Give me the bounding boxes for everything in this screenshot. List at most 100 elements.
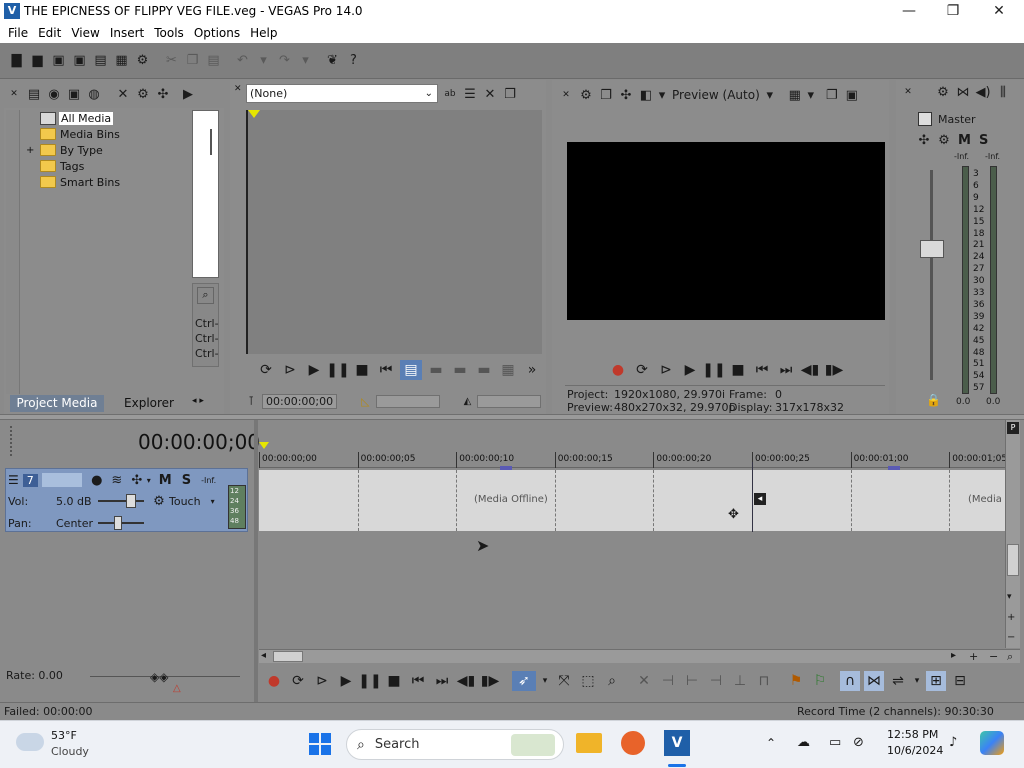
prev-frame-icon[interactable]: ◀▮ xyxy=(456,671,476,691)
record-icon[interactable]: ● xyxy=(264,671,284,691)
pan-slider[interactable] xyxy=(98,516,144,530)
master-solo-button[interactable]: S xyxy=(979,133,988,148)
save-icon[interactable]: ▣ xyxy=(50,52,67,69)
trim-end-icon[interactable]: ⊣ xyxy=(706,671,726,691)
display-icon[interactable]: ▭ xyxy=(829,735,841,750)
timeline-hscroll[interactable]: ◂ ▸ + − ⌕ xyxy=(259,649,1020,663)
preview-settings-gear-icon[interactable]: ⚙ xyxy=(577,86,595,104)
loop-icon[interactable]: ⟳ xyxy=(256,360,276,380)
chevron-down-icon[interactable]: ▾ xyxy=(765,86,775,104)
trim-icon[interactable]: ▦ xyxy=(498,360,518,380)
vol-slider-handle[interactable] xyxy=(126,494,136,508)
redo-icon[interactable]: ↷ xyxy=(276,52,293,69)
zoom-icon[interactable]: ⌕ xyxy=(197,287,214,304)
network-icon[interactable]: ⊘ xyxy=(853,735,864,750)
stop-icon[interactable]: ■ xyxy=(384,671,404,691)
play-from-start-icon[interactable]: ⊳ xyxy=(312,671,332,691)
master-mute-button[interactable]: M xyxy=(958,133,971,148)
capture-icon[interactable]: ◉ xyxy=(45,85,63,103)
record-icon[interactable]: ● xyxy=(608,360,628,380)
lock-faders-icon[interactable]: ⫼ xyxy=(994,83,1012,101)
chevron-down-icon[interactable]: ▾ xyxy=(806,86,816,104)
zoom-in-icon[interactable]: + xyxy=(1007,612,1015,623)
hscroll-thumb[interactable] xyxy=(273,651,303,662)
insert-icon[interactable]: ▬ xyxy=(426,360,446,380)
track-list-toggle-icon[interactable]: P xyxy=(1007,422,1019,434)
vol-slider[interactable] xyxy=(98,494,144,508)
spellcheck-icon[interactable]: ab xyxy=(441,85,459,103)
track-list-splitter[interactable] xyxy=(254,420,258,702)
automation-mode[interactable]: Touch xyxy=(169,495,201,508)
envelope-tool-icon[interactable]: ⤧ xyxy=(554,671,574,691)
clock-date[interactable]: 10/6/2024 xyxy=(887,744,943,757)
master-settings-gear-icon[interactable]: ⚙ xyxy=(934,83,952,101)
trimmer-dropdown[interactable]: (None) ⌄ xyxy=(246,84,438,103)
media-list-pane[interactable] xyxy=(192,110,219,278)
tab-explorer[interactable]: Explorer xyxy=(112,395,186,412)
preview-close-icon[interactable]: ✕ xyxy=(557,86,575,104)
master-close-icon[interactable]: ✕ xyxy=(899,83,917,101)
timeline-vscroll[interactable]: P ▾ + − xyxy=(1005,420,1020,648)
copilot-icon[interactable] xyxy=(980,731,1004,755)
undo-icon[interactable]: ↶ xyxy=(234,52,251,69)
tab-scroll-arrows[interactable]: ◂ ▸ xyxy=(192,396,219,411)
maximize-button[interactable]: ❐ xyxy=(930,0,976,23)
play-icon[interactable]: ▶ xyxy=(304,360,324,380)
chevron-down-icon[interactable]: ▾ xyxy=(912,671,922,691)
track-expand-icon[interactable]: ☰ xyxy=(8,473,19,487)
invert-phase-icon[interactable]: ≋ xyxy=(108,471,126,489)
ignore-grouping-icon[interactable]: ⊟ xyxy=(950,671,970,691)
go-to-start-icon[interactable]: ⏮ xyxy=(376,360,396,380)
add-to-timeline-icon[interactable]: ☰ xyxy=(461,85,479,103)
zoom-tool-icon[interactable]: ⌕ xyxy=(602,671,622,691)
fill-icon[interactable]: ▬ xyxy=(474,360,494,380)
go-to-end-icon[interactable]: ⏭ xyxy=(432,671,452,691)
pan-slider-handle[interactable] xyxy=(114,516,122,530)
new-file-icon[interactable]: ▇ xyxy=(8,52,25,69)
scroll-right-icon[interactable]: ▸ xyxy=(951,650,956,661)
track-solo-button[interactable]: S xyxy=(182,473,191,488)
chevron-down-icon[interactable]: ▾ xyxy=(147,476,151,485)
menu-file[interactable]: File xyxy=(3,24,33,42)
prev-frame-icon[interactable]: ◀▮ xyxy=(800,360,820,380)
menu-insert[interactable]: Insert xyxy=(105,24,149,42)
next-frame-icon[interactable]: ▮▶ xyxy=(480,671,500,691)
remove-media-icon[interactable]: ✕ xyxy=(114,85,132,103)
onedrive-icon[interactable]: ☁ xyxy=(797,735,810,750)
lock-icon[interactable]: 🔒 xyxy=(926,393,941,407)
in-point-icon[interactable]: ◺ xyxy=(361,395,369,408)
menu-help[interactable]: Help xyxy=(245,24,282,42)
save-as-icon[interactable]: ▣ xyxy=(71,52,88,69)
properties-icon[interactable]: ▦ xyxy=(113,52,130,69)
master-fader-handle[interactable] xyxy=(920,240,944,258)
master-pan-icon[interactable]: ✣ xyxy=(915,131,933,149)
split-icon[interactable]: ✣ xyxy=(154,85,172,103)
go-to-end-icon[interactable]: ⏭ xyxy=(776,360,796,380)
event-fx-icon[interactable]: ◂ xyxy=(754,493,766,505)
grip-handle[interactable] xyxy=(10,426,13,456)
lock-icon[interactable]: ⊓ xyxy=(754,671,774,691)
go-to-start-icon[interactable]: ⏮ xyxy=(408,671,428,691)
track-fx-icon[interactable]: ✣ xyxy=(128,471,146,489)
automation-gear-icon[interactable]: ⚙ xyxy=(150,492,168,510)
track-name-field[interactable] xyxy=(41,473,82,487)
web-icon[interactable]: ◍ xyxy=(85,85,103,103)
stop-icon[interactable]: ■ xyxy=(352,360,372,380)
panel-close-icon[interactable]: ✕ xyxy=(5,85,23,103)
trimmer-close-icon[interactable]: ✕ xyxy=(234,84,242,104)
selection-tool-icon[interactable]: ⬚ xyxy=(578,671,598,691)
pause-icon[interactable]: ❚❚ xyxy=(702,360,725,380)
lock-envelopes-icon[interactable]: ⊞ xyxy=(926,671,946,691)
scroll-down-icon[interactable]: ▾ xyxy=(1007,592,1012,602)
overlays-grid-icon[interactable]: ▦ xyxy=(786,86,804,104)
tree-item-media-bins[interactable]: Media Bins xyxy=(40,126,120,142)
split-icon[interactable]: ⊥ xyxy=(730,671,750,691)
settings-gear-icon[interactable]: ⚙ xyxy=(134,52,151,69)
marker-icon[interactable]: ⚑ xyxy=(786,671,806,691)
tree-item-all-media[interactable]: All Media xyxy=(40,110,114,126)
pane-scroll-thumb[interactable] xyxy=(210,129,212,155)
downmix-icon[interactable]: ⋈ xyxy=(954,83,972,101)
menu-edit[interactable]: Edit xyxy=(33,24,66,42)
whats-this-help-icon[interactable]: ? xyxy=(345,52,362,69)
menu-view[interactable]: View xyxy=(66,24,104,42)
